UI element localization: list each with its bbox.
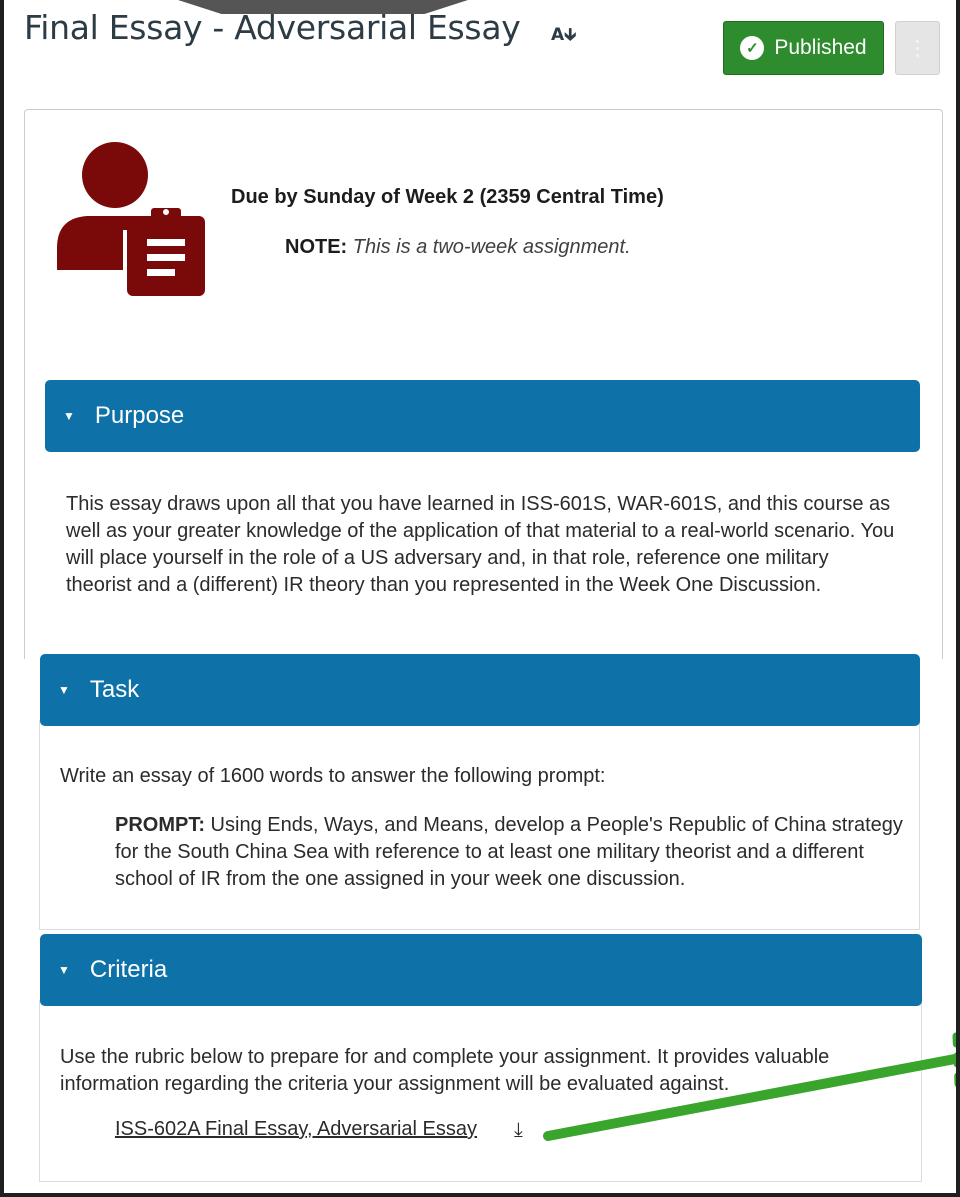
annotation-arrow	[543, 1032, 960, 1141]
